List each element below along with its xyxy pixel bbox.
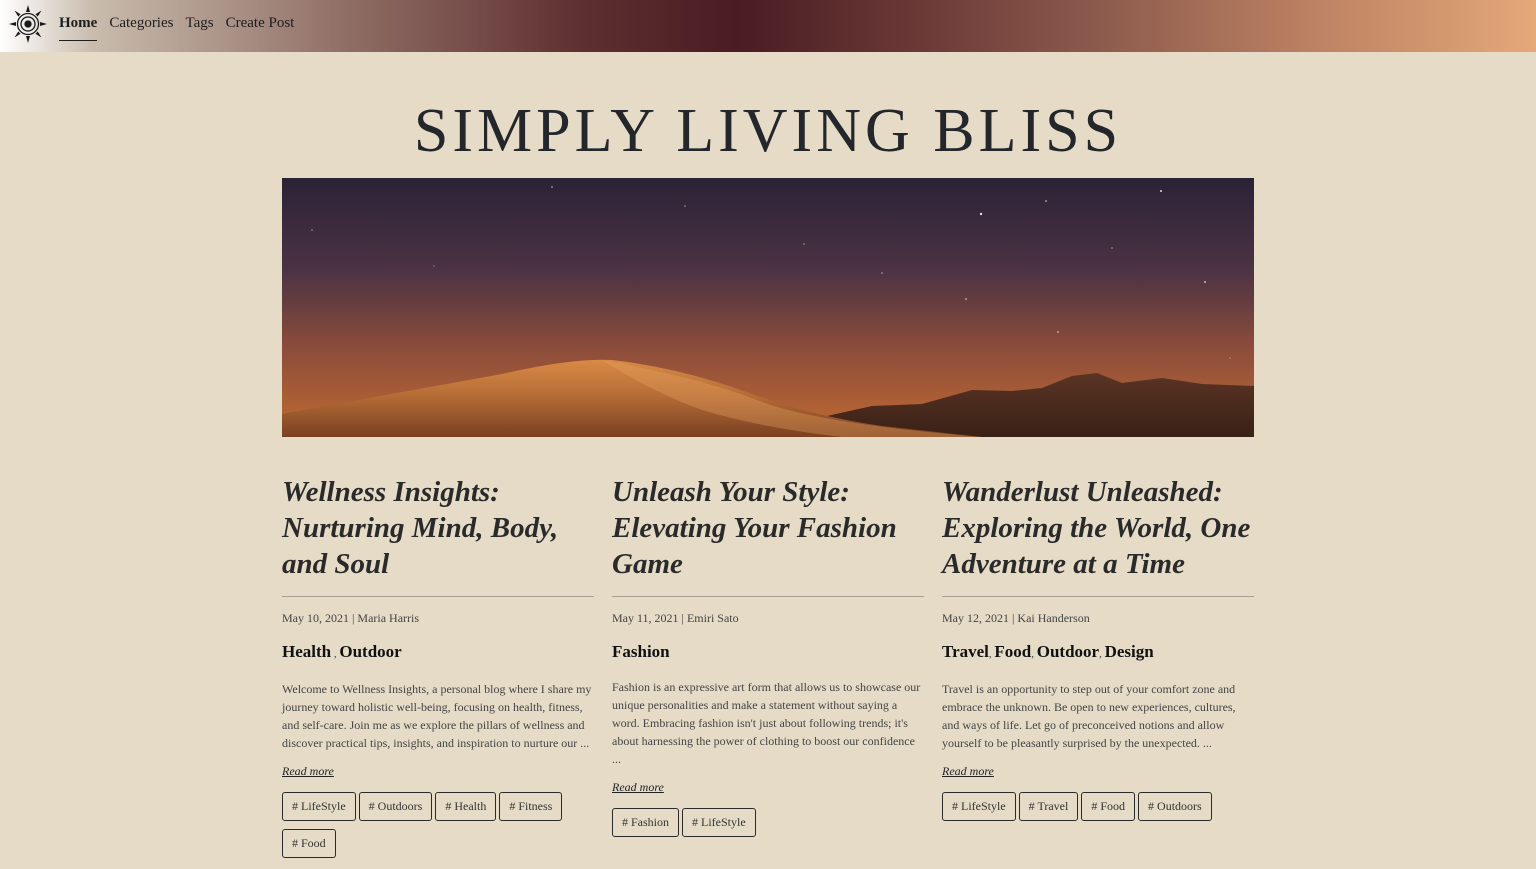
tag-chip[interactable]: # Food	[1081, 792, 1136, 821]
post-excerpt: Welcome to Wellness Insights, a personal…	[282, 682, 592, 750]
read-more-link[interactable]: Read more	[282, 764, 334, 779]
tag-chip[interactable]: # Outdoors	[1138, 792, 1212, 821]
post-meta: May 10, 2021 | Maria Harris	[282, 611, 420, 625]
tag-chip[interactable]: # Fashion	[612, 808, 680, 837]
post-title[interactable]: Unleash Your Style: Elevating Your Fashi…	[612, 474, 924, 597]
tag-chip[interactable]: # LifeStyle	[942, 792, 1016, 821]
post-tags: # Fashion # LifeStyle	[612, 808, 924, 837]
nav-create-post-link[interactable]: Create Post	[226, 14, 295, 41]
tag-chip[interactable]: # LifeStyle	[682, 808, 756, 837]
category-link[interactable]: Outdoor	[1037, 642, 1099, 661]
post-meta: May 11, 2021 | Emiri Sato	[612, 611, 739, 625]
tag-chip[interactable]: # Travel	[1018, 792, 1079, 821]
read-more-link[interactable]: Read more	[942, 764, 994, 779]
category-link[interactable]: Food	[994, 642, 1031, 661]
post-card: Wellness Insights: Nurturing Mind, Body,…	[282, 474, 594, 858]
tag-chip[interactable]: # Food	[282, 829, 336, 858]
post-excerpt: Fashion is an expressive art form that a…	[612, 680, 921, 766]
tag-chip[interactable]: # Fitness	[499, 792, 563, 821]
tag-chip[interactable]: # Outdoors	[358, 792, 433, 821]
hero-image	[282, 178, 1254, 437]
category-link[interactable]: Health	[282, 642, 331, 661]
post-excerpt: Travel is an opportunity to step out of …	[942, 682, 1236, 750]
top-navbar: Home Categories Tags Create Post	[0, 0, 1536, 52]
main-nav: Home Categories Tags Create Post	[59, 14, 294, 41]
category-link[interactable]: Outdoor	[339, 642, 401, 661]
post-title[interactable]: Wanderlust Unleashed: Exploring the Worl…	[942, 474, 1254, 597]
tag-chip[interactable]: # LifeStyle	[282, 792, 356, 821]
sun-ornament-icon[interactable]	[8, 4, 48, 44]
post-card: Wanderlust Unleashed: Exploring the Worl…	[942, 474, 1254, 821]
post-title[interactable]: Wellness Insights: Nurturing Mind, Body,…	[282, 474, 594, 597]
post-tags: # LifeStyle # Outdoors # Health # Fitnes…	[282, 792, 594, 858]
site-title: SIMPLY LIVING BLISS	[413, 97, 1123, 165]
category-link[interactable]: Design	[1105, 642, 1154, 661]
post-categories: Travel, Food, Outdoor, Design	[942, 642, 1254, 664]
category-link[interactable]: Fashion	[612, 642, 670, 661]
post-categories: Health , Outdoor	[282, 642, 594, 664]
nav-home-link[interactable]: Home	[59, 14, 98, 41]
tag-chip[interactable]: # Health	[435, 792, 497, 821]
category-link[interactable]: Travel	[942, 642, 989, 661]
post-card: Unleash Your Style: Elevating Your Fashi…	[612, 474, 924, 837]
post-meta: May 12, 2021 | Kai Handerson	[942, 611, 1090, 625]
post-categories: Fashion	[612, 642, 924, 662]
read-more-link[interactable]: Read more	[612, 780, 664, 795]
nav-tags-link[interactable]: Tags	[185, 14, 213, 41]
post-tags: # LifeStyle # Travel # Food # Outdoors	[942, 792, 1254, 821]
nav-categories-link[interactable]: Categories	[109, 14, 173, 41]
